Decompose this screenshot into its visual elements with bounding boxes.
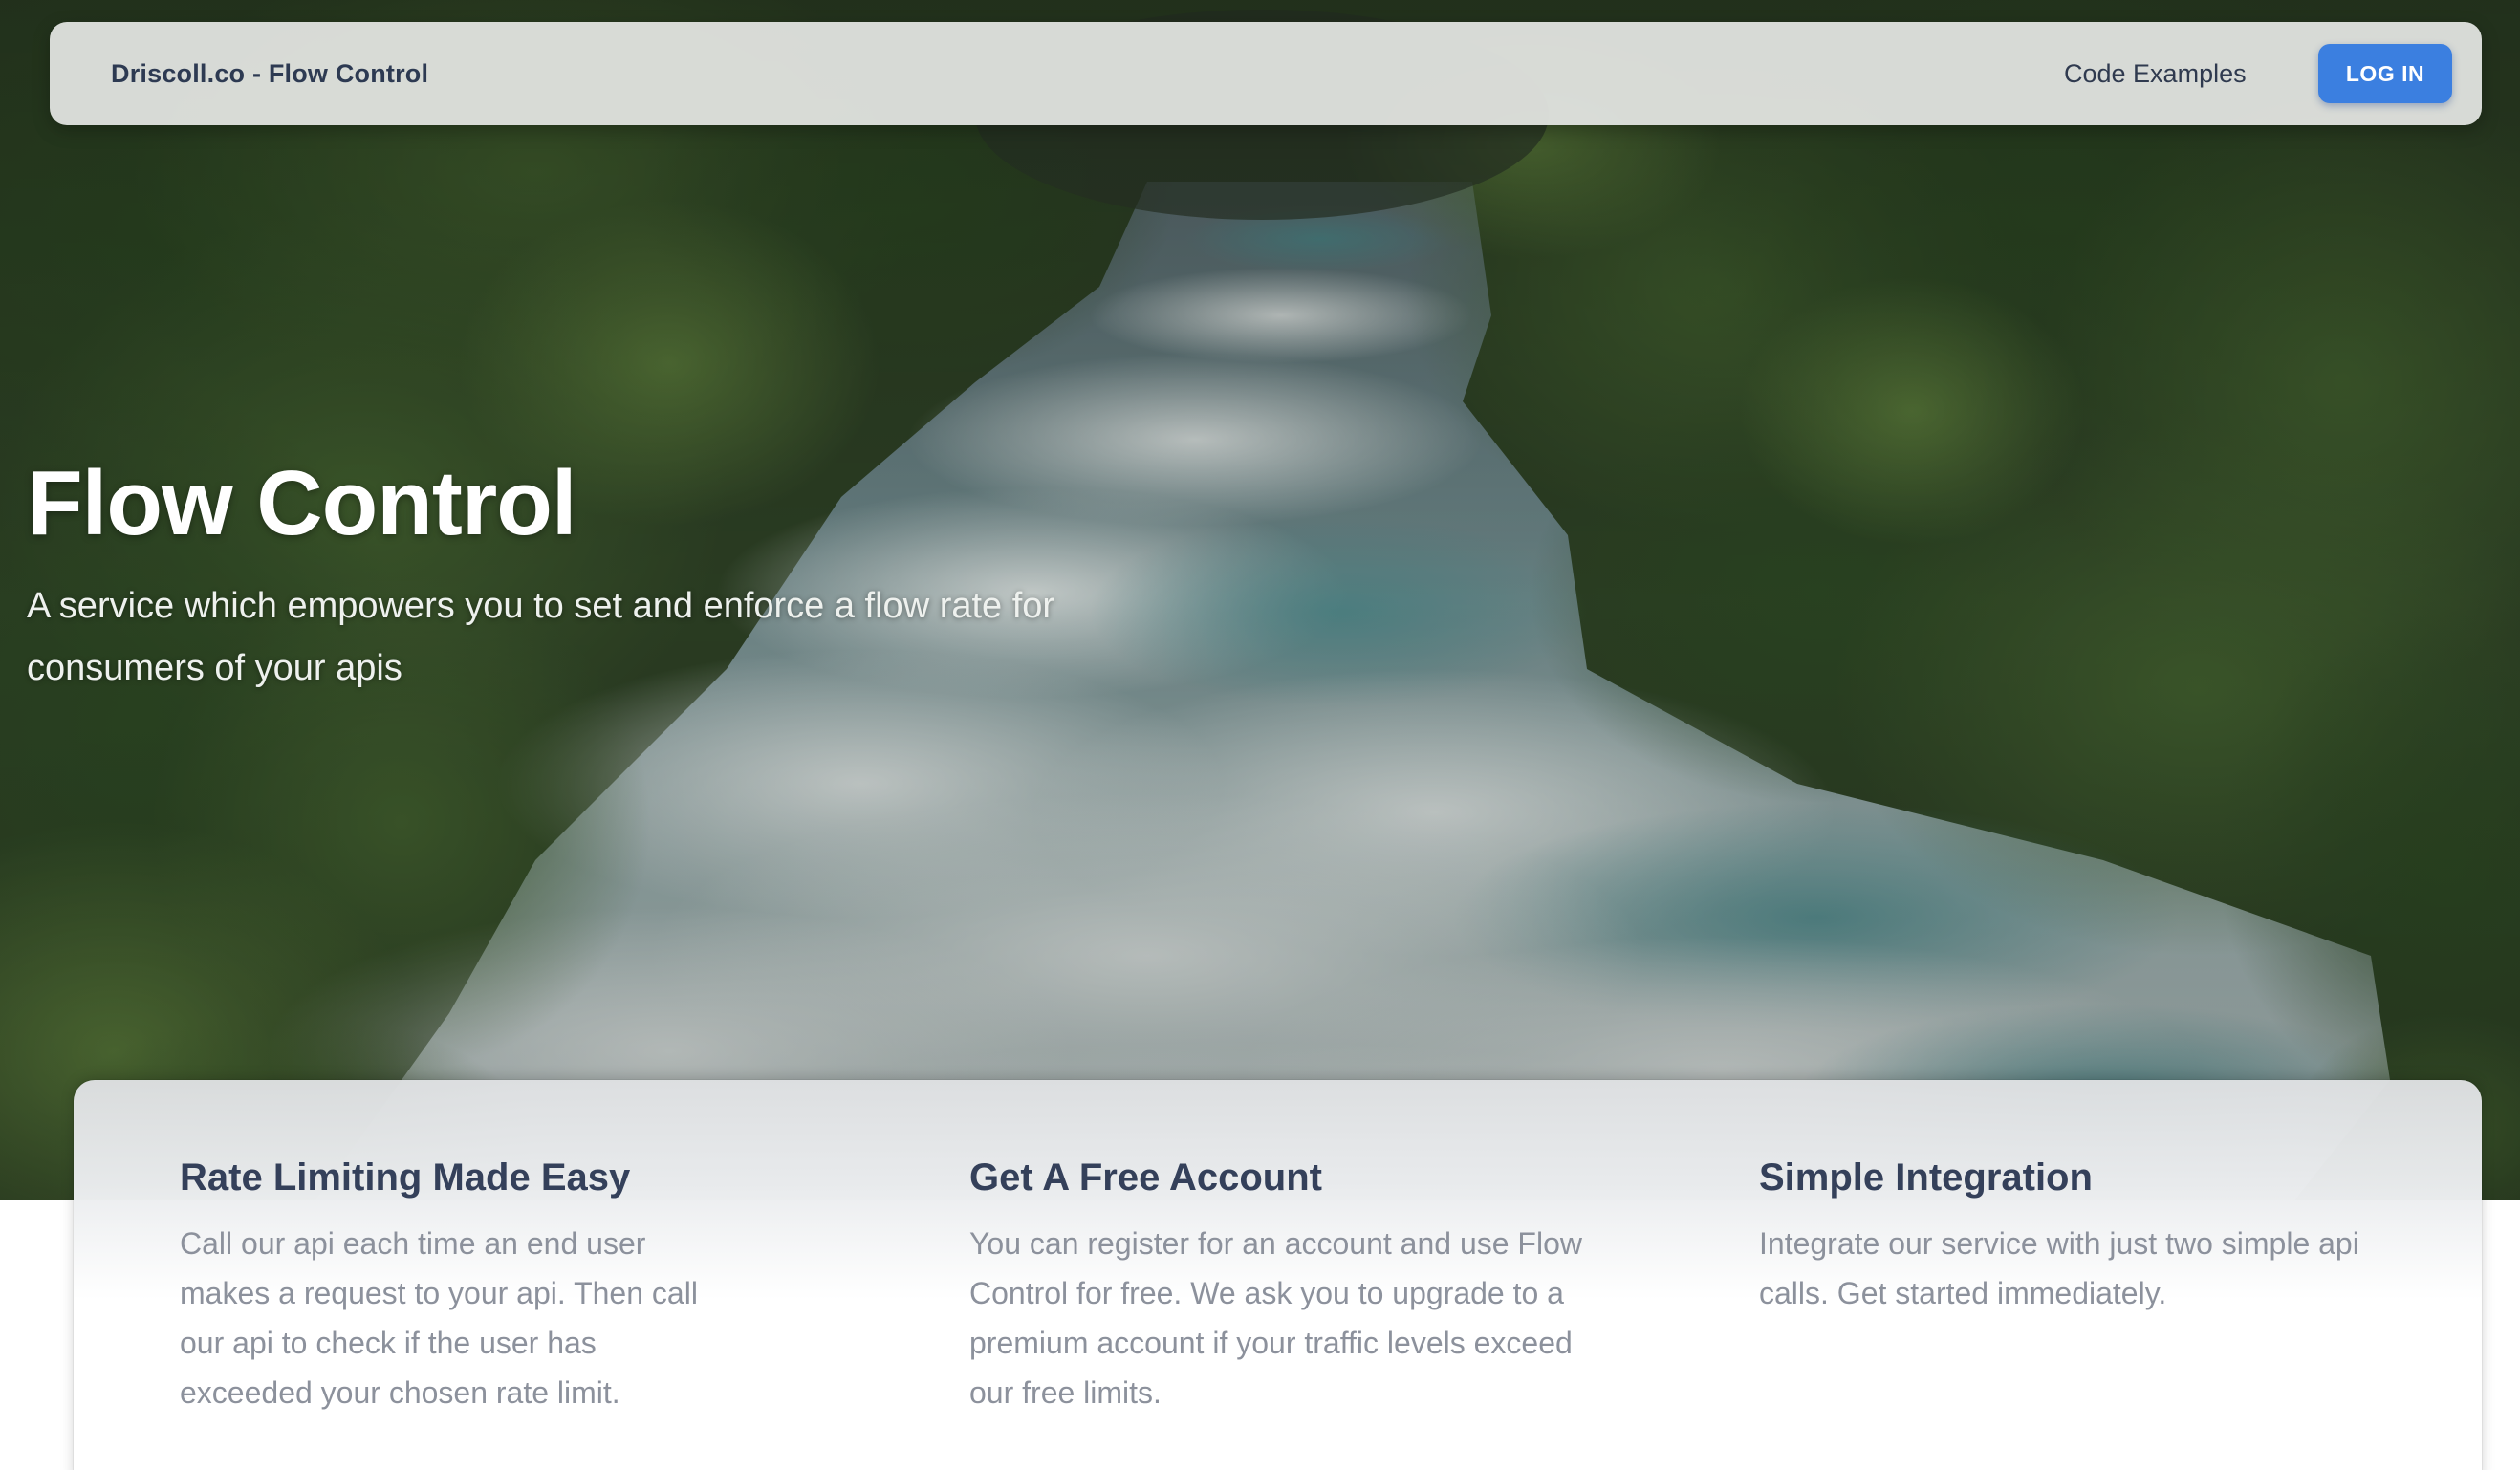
feature-title: Rate Limiting Made Easy <box>180 1157 631 1199</box>
page: Driscoll.co - Flow Control Code Examples… <box>0 0 2520 1470</box>
feature-description: You can register for an account and use … <box>969 1226 1582 1410</box>
brand-link[interactable]: Driscoll.co - Flow Control <box>111 22 428 125</box>
feature-description: Integrate our service with just two simp… <box>1759 1226 2359 1310</box>
feature-card-rate-limiting: Rate Limiting Made Easy Call our api eac… <box>180 1157 792 1417</box>
feature-title: Simple Integration <box>1759 1157 2093 1199</box>
feature-description: Call our api each time an end user makes… <box>180 1226 698 1410</box>
hero-title: Flow Control <box>27 452 577 554</box>
login-button[interactable]: LOG IN <box>2318 44 2452 103</box>
hero-subtitle: A service which empowers you to set and … <box>27 586 1055 688</box>
top-navbar: Driscoll.co - Flow Control Code Examples… <box>50 22 2482 125</box>
feature-title: Get A Free Account <box>969 1157 1322 1199</box>
feature-card-simple-integration: Simple Integration Integrate our service… <box>1759 1157 2371 1318</box>
feature-card-free-account: Get A Free Account You can register for … <box>969 1157 1582 1417</box>
features-panel: Rate Limiting Made Easy Call our api eac… <box>74 1080 2482 1470</box>
nav-link-code-examples[interactable]: Code Examples <box>2064 22 2247 125</box>
